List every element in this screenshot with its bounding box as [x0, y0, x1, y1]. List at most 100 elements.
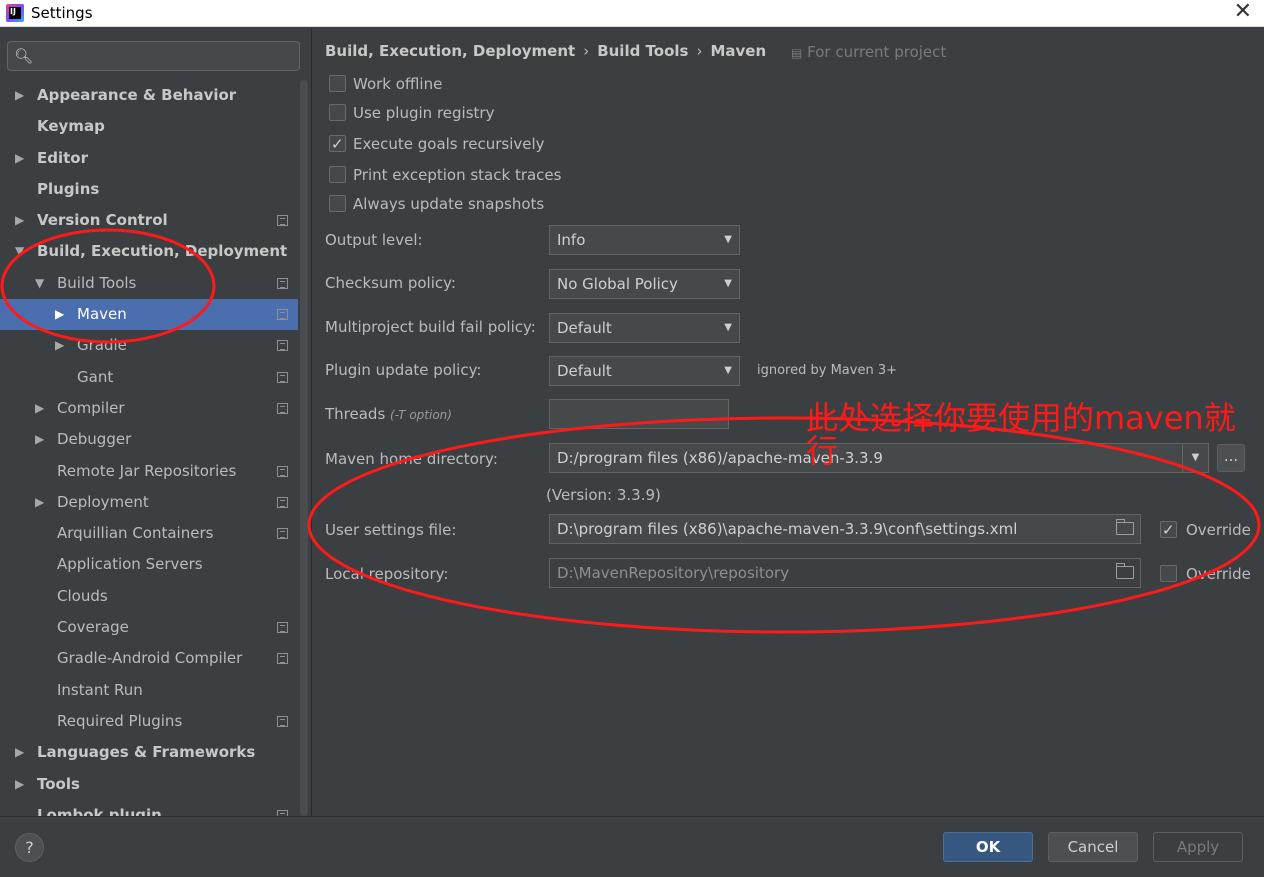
sidebar-item-instant-run[interactable]: Instant Run	[0, 675, 298, 706]
settings-tree: ▶ Appearance & Behavior Keymap ▶ Editor Plugi…	[0, 80, 298, 816]
ignored-note: ignored by Maven 3+	[757, 363, 897, 378]
checkbox[interactable]	[329, 75, 346, 92]
local-repository-input[interactable]: D:\MavenRepository\repository	[549, 558, 1141, 588]
close-icon[interactable]: ✕	[1234, 1, 1252, 23]
sidebar-item-version-control[interactable]: ▶ Version Control	[0, 205, 298, 236]
project-scope-icon	[277, 371, 288, 383]
sidebar-item-label: Keymap	[37, 117, 105, 136]
expand-right-icon[interactable]: ▶	[15, 205, 24, 236]
dropdown-arrow-icon: ▼	[724, 234, 732, 245]
sidebar-item-editor[interactable]: ▶ Editor	[0, 143, 298, 174]
sidebar-item-gant[interactable]: Gant	[0, 362, 298, 393]
sidebar-item-clouds[interactable]: Clouds	[0, 581, 298, 612]
sidebar-item-compiler[interactable]: ▶ Compiler	[0, 393, 298, 424]
sidebar-item-debugger[interactable]: ▶ Debugger	[0, 424, 298, 455]
title-bar: IJ Settings ✕	[0, 0, 1264, 27]
sidebar-item-label: Plugins	[37, 179, 100, 198]
sidebar-item-arquillian-containers[interactable]: Arquillian Containers	[0, 518, 298, 549]
project-scope-icon	[277, 715, 288, 727]
sidebar-item-plugins[interactable]: Plugins	[0, 174, 298, 205]
expand-right-icon[interactable]: ▶	[15, 737, 24, 768]
sidebar-item-appearance-behavior[interactable]: ▶ Appearance & Behavior	[0, 80, 298, 111]
expand-right-icon[interactable]: ▶	[35, 487, 44, 518]
multiproject-fail-policy-dropdown[interactable]: Default ▼	[549, 313, 740, 343]
sidebar-item-label: Required Plugins	[57, 711, 183, 730]
checkbox[interactable]	[329, 132, 346, 156]
expand-right-icon[interactable]: ▶	[35, 424, 44, 455]
annotation-text: 此处选择你要使用的maven就行	[806, 399, 1236, 470]
project-scope-icon	[277, 215, 288, 227]
expand-down-icon[interactable]: ▼	[15, 236, 24, 267]
sidebar-item-label: Application Servers	[57, 555, 203, 574]
output-level-dropdown[interactable]: Info ▼	[549, 225, 740, 255]
checksum-policy-label: Checksum policy:	[325, 274, 456, 292]
expand-right-icon[interactable]: ▶	[15, 143, 24, 174]
sidebar-item-build-execution-deployment[interactable]: ▼ Build, Execution, Deployment	[0, 236, 298, 267]
sidebar-item-label: Maven	[77, 305, 127, 324]
maven-home-label: Maven home directory:	[325, 450, 498, 468]
sidebar-item-maven[interactable]: ▶ Maven	[0, 299, 298, 331]
plugin-update-policy-label: Plugin update policy:	[325, 361, 482, 379]
dropdown-arrow-icon: ▼	[724, 322, 732, 333]
sidebar-item-tools[interactable]: ▶ Tools	[0, 769, 298, 800]
checkbox[interactable]	[1160, 518, 1177, 542]
multiproject-fail-policy-label: Multiproject build fail policy:	[325, 318, 536, 336]
sidebar-item-coverage[interactable]: Coverage	[0, 612, 298, 643]
expand-right-icon[interactable]: ▶	[15, 80, 24, 111]
sidebar-item-application-servers[interactable]: Application Servers	[0, 549, 298, 580]
expand-right-icon[interactable]: ▶	[35, 393, 44, 424]
maven-version-label: (Version: 3.3.9)	[546, 486, 661, 504]
sidebar-item-label: Editor	[37, 148, 88, 167]
sidebar-item-deployment[interactable]: ▶ Deployment	[0, 487, 298, 518]
breadcrumb-part: Build, Execution, Deployment	[325, 42, 576, 60]
checkbox[interactable]	[329, 104, 346, 121]
project-scope-icon	[277, 340, 288, 352]
project-scope-icon	[277, 465, 288, 477]
output-level-label: Output level:	[325, 231, 423, 249]
breadcrumb: Build, Execution, Deployment › Build Tools…	[325, 42, 767, 60]
sidebar-item-label: Remote Jar Repositories	[57, 461, 237, 480]
sidebar-item-gradle-android-compiler[interactable]: Gradle-Android Compiler	[0, 643, 298, 674]
sidebar-item-gradle[interactable]: ▶ Gradle	[0, 330, 298, 361]
project-scope-icon	[277, 402, 288, 414]
user-settings-input[interactable]: D:\program files (x86)\apache-maven-3.3.…	[549, 514, 1141, 544]
plugin-update-policy-dropdown[interactable]: Default ▼	[549, 356, 740, 386]
expand-down-icon[interactable]: ▼	[35, 268, 44, 299]
settings-search-input[interactable]: 🔍︎	[7, 41, 300, 71]
checkbox[interactable]	[1160, 565, 1177, 582]
apply-button[interactable]: Apply	[1153, 832, 1243, 862]
project-scope-icon	[277, 309, 288, 321]
threads-input[interactable]	[549, 399, 729, 429]
cancel-button[interactable]: Cancel	[1048, 832, 1138, 862]
expand-right-icon[interactable]: ▶	[55, 299, 64, 330]
sidebar-item-remote-jar-repositories[interactable]: Remote Jar Repositories	[0, 456, 298, 487]
checkbox[interactable]	[329, 195, 346, 212]
checksum-policy-dropdown[interactable]: No Global Policy ▼	[549, 269, 740, 299]
sidebar-item-label: Build, Execution, Deployment	[37, 242, 288, 261]
sidebar-item-languages-frameworks[interactable]: ▶ Languages & Frameworks	[0, 737, 298, 768]
user-settings-label: User settings file:	[325, 521, 457, 539]
sidebar-item-label: Tools	[37, 774, 80, 793]
sidebar-item-label: Debugger	[57, 430, 132, 449]
sidebar-item-lombok-plugin[interactable]: Lombok plugin	[0, 800, 298, 816]
folder-icon[interactable]	[1116, 519, 1134, 535]
ok-button[interactable]: OK	[943, 832, 1033, 862]
breadcrumb-part: Maven	[710, 42, 767, 60]
local-repository-label: Local repository:	[325, 565, 449, 583]
help-button[interactable]: ?	[15, 833, 44, 862]
expand-right-icon[interactable]: ▶	[15, 769, 24, 800]
checkbox[interactable]	[329, 166, 346, 183]
sidebar-item-build-tools[interactable]: ▼ Build Tools	[0, 268, 298, 299]
sidebar-item-label: Coverage	[57, 618, 129, 637]
sidebar-item-required-plugins[interactable]: Required Plugins	[0, 706, 298, 737]
sidebar-item-label: Clouds	[57, 586, 108, 605]
project-scope-icon	[277, 653, 288, 665]
expand-right-icon[interactable]: ▶	[55, 330, 64, 361]
window-title: Settings	[31, 4, 93, 22]
sidebar-item-keymap[interactable]: Keymap	[0, 111, 298, 142]
sidebar-scrollbar[interactable]	[300, 80, 308, 816]
sidebar-item-label: Gant	[77, 367, 114, 386]
threads-label: Threads (-T option)	[325, 405, 452, 423]
folder-icon[interactable]	[1116, 563, 1134, 579]
dropdown-arrow-icon: ▼	[724, 365, 732, 376]
